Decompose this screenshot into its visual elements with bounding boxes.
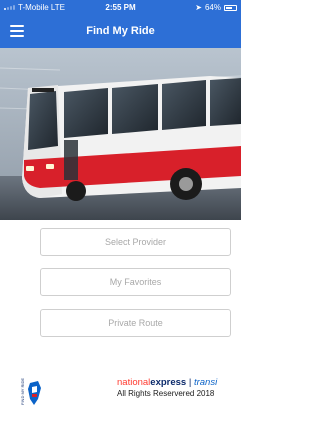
select-provider-button[interactable]: Select Provider <box>40 228 231 256</box>
nav-bar: Find My Ride <box>0 16 241 48</box>
copyright-text: All Rights Reservered 2018 <box>117 389 215 398</box>
private-route-button[interactable]: Private Route <box>40 309 231 337</box>
status-bar: T-Mobile LTE 2:55 PM ➤ 64% <box>0 0 241 16</box>
hero-bus-image <box>0 48 241 220</box>
page-title: Find My Ride <box>86 25 155 37</box>
my-favorites-button[interactable]: My Favorites <box>40 268 231 296</box>
brand-transit: transi <box>193 377 218 388</box>
battery-percent: 64% <box>204 3 221 12</box>
battery-fill <box>226 6 232 9</box>
brand-separator: | <box>188 377 192 388</box>
brand-national: national <box>117 377 151 388</box>
battery-icon <box>224 4 237 11</box>
app-logo-text: FIND MY RIDE <box>20 378 25 405</box>
footer: FIND MY RIDE nationalexpress | transi Al… <box>0 375 241 415</box>
brand-express: express <box>150 377 187 388</box>
location-icon: ➤ <box>195 3 202 12</box>
bus-illustration <box>0 48 241 220</box>
find-my-ride-logo: FIND MY RIDE <box>20 378 41 405</box>
national-express-transit-logo: nationalexpress | transi <box>117 377 217 388</box>
status-right: ➤ 64% <box>195 3 237 12</box>
